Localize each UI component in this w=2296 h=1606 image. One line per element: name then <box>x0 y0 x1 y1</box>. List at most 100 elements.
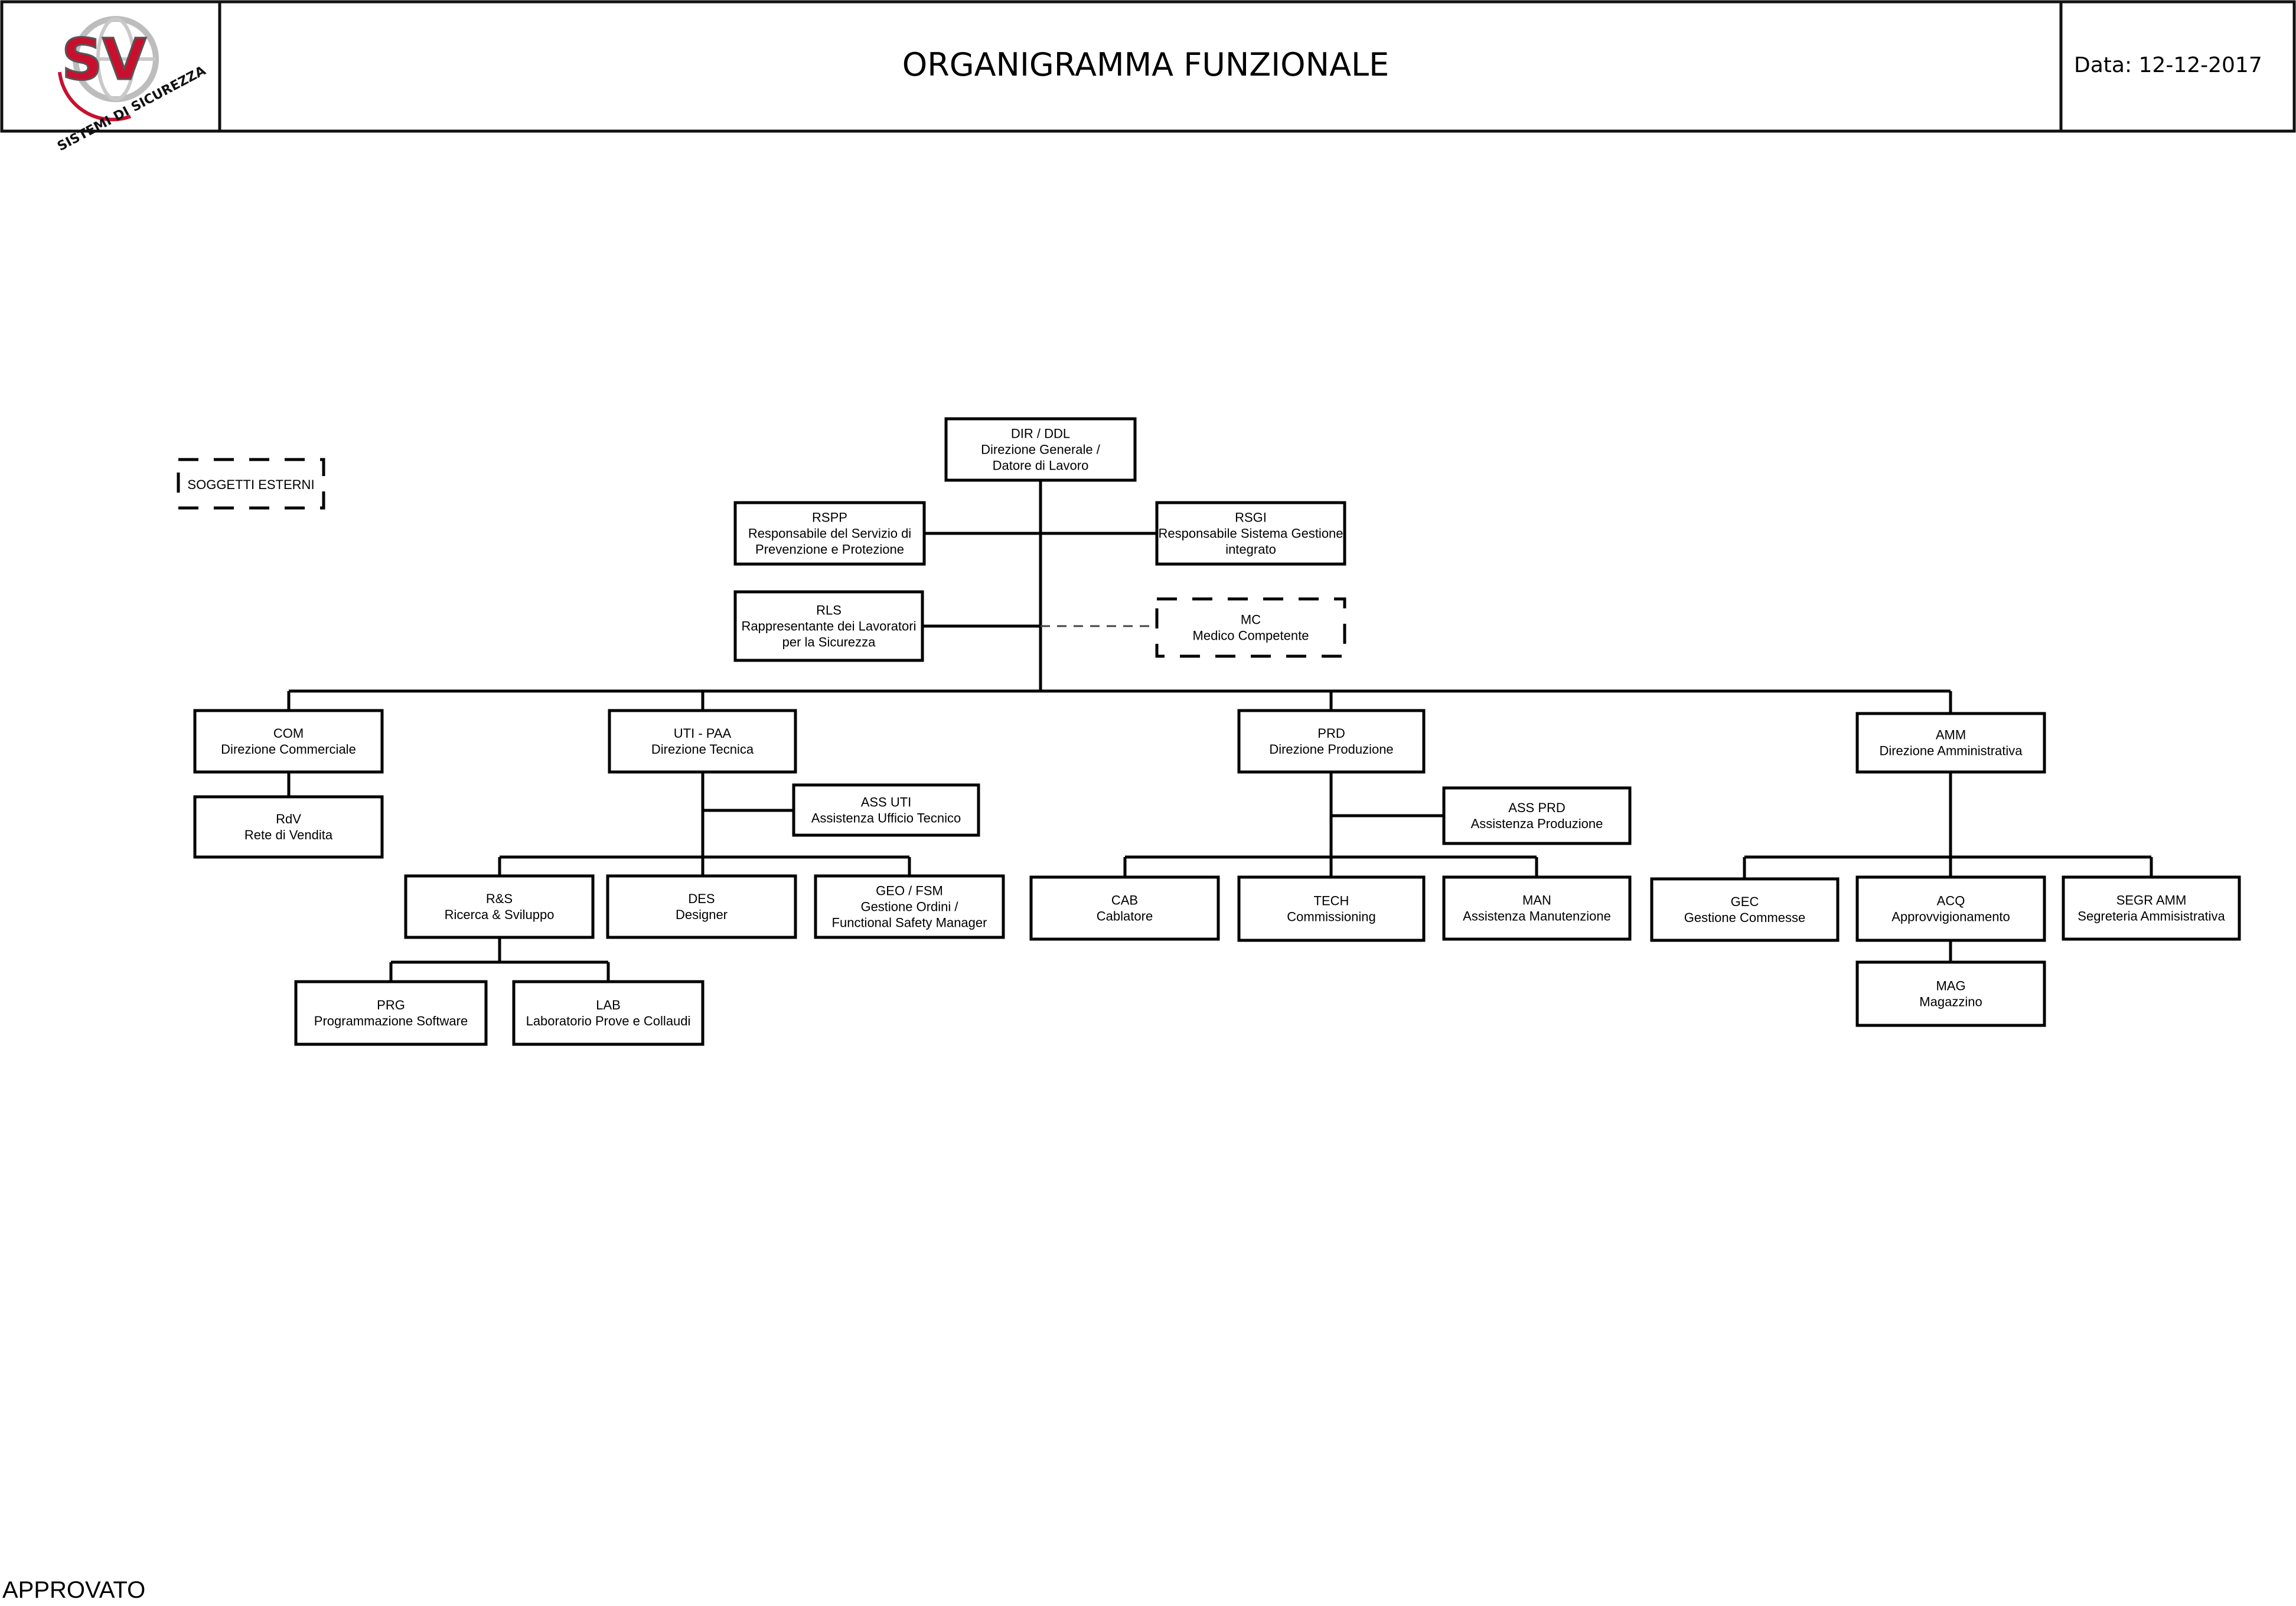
org-node-rdv: RdV Rete di Vendita <box>193 795 384 859</box>
org-node-box <box>1855 712 2046 774</box>
org-node-description: Gestione Ordini / <box>860 900 958 914</box>
org-node-dir: DIR / DDLDirezione Generale /Datore di L… <box>944 417 1137 482</box>
org-node-box <box>1855 960 2046 1027</box>
legend-label: SOGGETTI ESTERNI <box>187 477 314 492</box>
org-node-prg: PRG Programmazione Software <box>294 980 488 1046</box>
org-node-description: Laboratorio Prove e Collaudi <box>526 1014 691 1028</box>
org-node-code: RLS <box>816 603 842 618</box>
org-node-description: Segreteria Ammisistrativa <box>2078 909 2225 924</box>
org-node-code: SEGR AMM <box>2116 893 2187 908</box>
org-node-box <box>294 980 488 1046</box>
org-node-code: CAB <box>1111 893 1138 908</box>
org-node-cab: CABCablatore <box>1029 875 1220 941</box>
org-node-description: Gestione Commesse <box>1684 910 1805 925</box>
org-node-tech: TECH Commissioning <box>1237 875 1426 942</box>
org-node-description: Rappresentante dei Lavoratori <box>742 619 917 634</box>
approval-status: APPROVATO <box>2 1577 145 1603</box>
org-node-description: Rete di Vendita <box>244 828 333 842</box>
org-node-box <box>792 783 980 837</box>
org-node-description: integrato <box>1225 542 1276 557</box>
org-node-code: PRD <box>1317 726 1345 741</box>
org-node-code: COM <box>273 726 304 741</box>
org-node-description: Ricerca & Sviluppo <box>445 907 555 922</box>
org-node-code: MAG <box>1936 979 1965 993</box>
org-node-rls: RLSRappresentante dei Lavoratoriper la S… <box>733 590 924 662</box>
org-node-description: Commissioning <box>1287 910 1375 924</box>
org-node-code: ACQ <box>1937 894 1965 908</box>
org-node-rsgi: RSGIResponsabile Sistema Gestioneintegra… <box>1155 501 1346 566</box>
org-node-code: RSPP <box>812 510 847 525</box>
org-node-description: Direzione Produzione <box>1269 742 1393 757</box>
org-node-description: Magazzino <box>1919 995 1982 1009</box>
org-node-code: MC <box>1241 613 1261 627</box>
org-node-code: PRG <box>377 998 405 1012</box>
org-nodes: DIR / DDLDirezione Generale /Datore di L… <box>193 417 2241 1046</box>
org-node-code: GEO / FSM <box>876 884 943 898</box>
org-node-box <box>1442 786 1632 845</box>
org-node-acq: ACQ Approvvigionamento <box>1855 875 2046 942</box>
company-logo: SV SISTEMI DI SICUREZZA <box>55 16 208 154</box>
org-node-assuti: ASS UTIAssistenza Ufficio Tecnico <box>792 783 980 837</box>
org-node-mag: MAG Magazzino <box>1855 960 2046 1027</box>
org-node-code: UTI - PAA <box>674 726 732 741</box>
org-node-box <box>193 795 384 859</box>
page-title: ORGANIGRAMMA FUNZIONALE <box>902 46 1389 83</box>
org-node-code: DES <box>688 891 715 906</box>
org-node-description: Assistenza Ufficio Tecnico <box>811 811 961 826</box>
org-node-description: Direzione Generale / <box>981 442 1101 457</box>
org-node-man: MANAssistenza Manutenzione <box>1442 875 1632 941</box>
org-node-code: LAB <box>596 998 621 1012</box>
org-node-code: GEC <box>1731 894 1759 909</box>
org-node-box <box>404 874 595 939</box>
org-node-code: R&S <box>486 891 513 906</box>
org-node-box <box>193 709 384 774</box>
org-node-description: Assistenza Manutenzione <box>1463 909 1611 924</box>
org-node-code: ASS PRD <box>1508 800 1566 815</box>
org-node-description: Direzione Amministrativa <box>1879 744 2023 758</box>
org-node-description: Programmazione Software <box>314 1014 468 1028</box>
org-node-box <box>512 980 705 1046</box>
org-node-box <box>1237 875 1426 942</box>
org-node-description: Designer <box>676 907 728 922</box>
org-node-com: COMDirezione Commerciale <box>193 709 384 774</box>
org-node-code: DIR / DDL <box>1011 426 1070 441</box>
org-node-description: Responsabile del Servizio di <box>748 526 911 541</box>
org-node-code: ASS UTI <box>861 795 912 810</box>
logo-monogram: SV <box>61 27 146 93</box>
org-node-box <box>1155 597 1346 658</box>
legend-external-subjects: SOGGETTI ESTERNI <box>177 458 325 510</box>
org-node-code: RdV <box>276 812 301 826</box>
org-node-box <box>1442 875 1632 941</box>
org-node-assprd: ASS PRDAssistenza Produzione <box>1442 786 1632 845</box>
org-node-description: Prevenzione e Protezione <box>755 542 904 557</box>
org-node-prd: PRDDirezione Produzione <box>1237 709 1426 774</box>
org-node-des: DESDesigner <box>606 874 797 939</box>
org-node-uti: UTI - PAADirezione Tecnica <box>608 709 797 774</box>
org-node-code: RSGI <box>1235 510 1267 525</box>
org-node-description: Medico Competente <box>1193 628 1309 643</box>
org-node-box <box>1237 709 1426 774</box>
org-node-description: Cablatore <box>1097 909 1153 924</box>
org-node-description: Direzione Tecnica <box>651 742 754 757</box>
org-node-description: Datore di Lavoro <box>993 458 1089 473</box>
org-node-geo: GEO / FSM Gestione Ordini / Functional Saf… <box>814 874 1005 939</box>
org-node-description: per la Sicurezza <box>782 635 876 650</box>
org-node-amm: AMM Direzione Amministrativa <box>1855 712 2046 774</box>
org-node-description: Approvvigionamento <box>1891 910 2010 924</box>
org-chart-canvas: SV SISTEMI DI SICUREZZA ORGANIGRAMMA FUN… <box>0 0 2296 1603</box>
header: SV SISTEMI DI SICUREZZA ORGANIGRAMMA FUN… <box>0 0 2296 154</box>
org-node-code: AMM <box>1936 728 1966 742</box>
org-node-code: MAN <box>1522 893 1551 908</box>
org-node-rs: R&SRicerca & Sviluppo <box>404 874 595 939</box>
org-node-box <box>2062 875 2241 941</box>
org-node-mc: MCMedico Competente <box>1155 597 1346 658</box>
org-node-description: Functional Safety Manager <box>832 916 987 930</box>
org-node-rspp: RSPPResponsabile del Servizio diPrevenzi… <box>733 501 926 566</box>
org-node-box <box>1029 875 1220 941</box>
org-node-box <box>1855 875 2046 942</box>
org-node-box <box>608 709 797 774</box>
org-node-box <box>606 874 797 939</box>
org-node-description: Responsabile Sistema Gestione <box>1158 526 1343 541</box>
org-node-segr: SEGR AMMSegreteria Ammisistrativa <box>2062 875 2241 941</box>
org-node-lab: LAB Laboratorio Prove e Collaudi <box>512 980 705 1046</box>
